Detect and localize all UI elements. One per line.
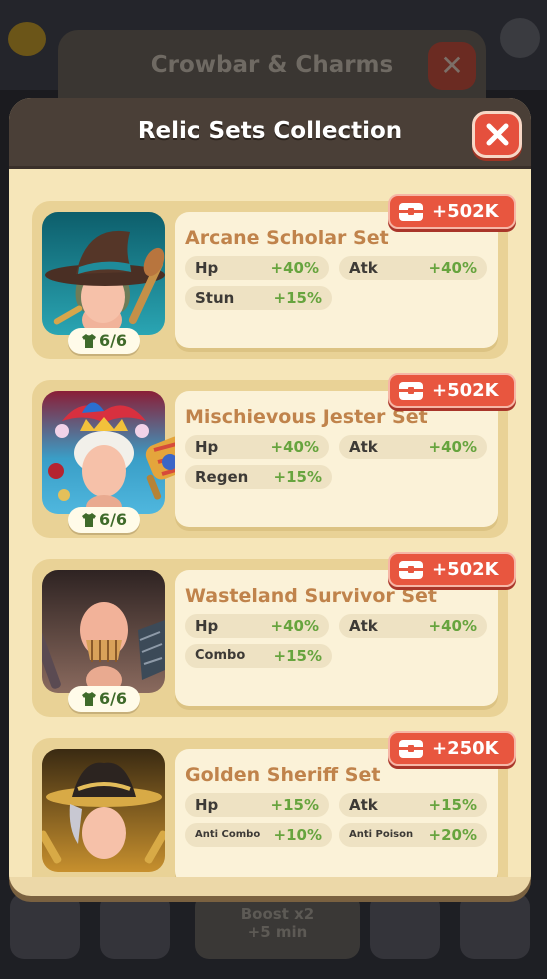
stat-name: Combo bbox=[195, 648, 246, 663]
reward-badge[interactable]: +502K bbox=[388, 373, 516, 408]
stat-value: +40% bbox=[270, 617, 319, 635]
stat-value: +40% bbox=[428, 438, 477, 456]
cancel-slot bbox=[100, 893, 170, 959]
shop-slot bbox=[460, 893, 530, 959]
reward-badge[interactable]: +502K bbox=[388, 194, 516, 229]
modal-header: Relic Sets Collection bbox=[9, 98, 531, 169]
collection-count-value: 6/6 bbox=[98, 689, 128, 708]
reward-value: +502K bbox=[432, 559, 499, 580]
stat-value: +15% bbox=[428, 796, 477, 814]
chest-icon bbox=[399, 740, 423, 758]
stat-value: +40% bbox=[270, 438, 319, 456]
lock-slot bbox=[10, 893, 80, 959]
stat-name: Anti Combo bbox=[195, 829, 261, 840]
stat-value: +15% bbox=[270, 796, 319, 814]
stat-value: +15% bbox=[273, 468, 322, 486]
close-button[interactable] bbox=[472, 111, 522, 158]
stat-atk: Atk +40% bbox=[339, 435, 487, 459]
stat-combo: Combo +15% bbox=[185, 644, 332, 668]
chest-icon bbox=[399, 382, 423, 400]
reward-badge[interactable]: +250K bbox=[388, 731, 516, 766]
stat-stun: Stun +15% bbox=[185, 286, 332, 310]
relic-sets-modal: Relic Sets Collection 6/6 Arcane Scholar… bbox=[9, 98, 531, 896]
chest-icon bbox=[399, 561, 423, 579]
stat-name: Hp bbox=[195, 438, 219, 456]
shirt-icon bbox=[81, 334, 96, 348]
boost-duration: +5 min bbox=[247, 923, 308, 941]
stat-name: Stun bbox=[195, 289, 235, 307]
stat-name: Atk bbox=[349, 796, 378, 814]
arcane-scholar-portrait-icon bbox=[42, 212, 165, 335]
modal-title: Relic Sets Collection bbox=[137, 118, 403, 144]
set-name: Arcane Scholar Set bbox=[185, 227, 389, 249]
collection-count: 6/6 bbox=[68, 686, 140, 712]
folder-slot bbox=[370, 893, 440, 959]
set-name: Wasteland Survivor Set bbox=[185, 585, 438, 607]
stat-hp: Hp +40% bbox=[185, 435, 329, 459]
gear-icon bbox=[500, 18, 540, 58]
close-icon bbox=[486, 123, 509, 146]
set-portrait bbox=[42, 749, 165, 872]
reward-value: +502K bbox=[432, 380, 499, 401]
stat-value: +40% bbox=[428, 259, 477, 277]
stat-value: +40% bbox=[428, 617, 477, 635]
shirt-icon bbox=[81, 513, 96, 527]
set-info: Wasteland Survivor Set Hp +40% Atk +40% … bbox=[175, 570, 498, 706]
stat-atk: Atk +40% bbox=[339, 614, 487, 638]
reward-value: +502K bbox=[432, 201, 499, 222]
shirt-icon bbox=[81, 692, 96, 706]
stat-name: Hp bbox=[195, 259, 219, 277]
boost-button: Boost x2 +5 min bbox=[195, 893, 360, 959]
set-card-mischievous-jester[interactable]: 6/6 Mischievous Jester Set Hp +40% Atk +… bbox=[32, 373, 516, 538]
wasteland-survivor-portrait-icon bbox=[42, 570, 165, 693]
background-panel-title: Crowbar & Charms bbox=[150, 52, 394, 78]
set-portrait bbox=[42, 570, 165, 693]
collection-count-value: 6/6 bbox=[98, 510, 128, 529]
stat-hp: Hp +15% bbox=[185, 793, 329, 817]
stat-name: Atk bbox=[349, 438, 378, 456]
stat-regen: Regen +15% bbox=[185, 465, 332, 489]
background-close-icon: ✕ bbox=[428, 42, 476, 90]
set-card-wasteland-survivor[interactable]: 6/6 Wasteland Survivor Set Hp +40% Atk +… bbox=[32, 552, 516, 717]
collection-count-value: 6/6 bbox=[98, 331, 128, 350]
stat-name: Atk bbox=[349, 259, 378, 277]
chest-icon bbox=[399, 203, 423, 221]
stat-value: +15% bbox=[273, 289, 322, 307]
stat-atk: Atk +40% bbox=[339, 256, 487, 280]
boost-label: Boost x2 bbox=[240, 905, 315, 923]
set-info: Mischievous Jester Set Hp +40% Atk +40% … bbox=[175, 391, 498, 527]
stat-value: +40% bbox=[270, 259, 319, 277]
stat-anti-poison: Anti Poison +20% bbox=[339, 823, 487, 847]
golden-sheriff-portrait-icon bbox=[42, 749, 165, 872]
stat-value: +15% bbox=[273, 647, 322, 665]
stat-name: Hp bbox=[195, 796, 219, 814]
stat-atk: Atk +15% bbox=[339, 793, 487, 817]
set-name: Golden Sheriff Set bbox=[185, 764, 381, 786]
set-info: Arcane Scholar Set Hp +40% Atk +40% Stun… bbox=[175, 212, 498, 348]
reward-value: +250K bbox=[432, 738, 499, 759]
coin-icon bbox=[8, 22, 46, 56]
collection-count: 6/6 bbox=[68, 507, 140, 533]
stat-name: Anti Poison bbox=[349, 829, 414, 840]
reward-badge[interactable]: +502K bbox=[388, 552, 516, 587]
stat-value: +10% bbox=[273, 826, 322, 844]
set-name: Mischievous Jester Set bbox=[185, 406, 428, 428]
stat-name: Atk bbox=[349, 617, 378, 635]
stat-hp: Hp +40% bbox=[185, 614, 329, 638]
stat-hp: Hp +40% bbox=[185, 256, 329, 280]
sets-list[interactable]: 6/6 Arcane Scholar Set Hp +40% Atk +40% … bbox=[9, 169, 531, 877]
collection-count: 6/6 bbox=[68, 328, 140, 354]
stat-anti-combo: Anti Combo +10% bbox=[185, 823, 332, 847]
set-portrait bbox=[42, 212, 165, 335]
stat-name: Regen bbox=[195, 468, 249, 486]
stat-name: Hp bbox=[195, 617, 219, 635]
set-info: Golden Sheriff Set Hp +15% Atk +15% Anti… bbox=[175, 749, 498, 877]
set-card-arcane-scholar[interactable]: 6/6 Arcane Scholar Set Hp +40% Atk +40% … bbox=[32, 194, 516, 359]
stat-value: +20% bbox=[428, 826, 477, 844]
set-card-golden-sheriff[interactable]: Golden Sheriff Set Hp +15% Atk +15% Anti… bbox=[32, 731, 516, 877]
